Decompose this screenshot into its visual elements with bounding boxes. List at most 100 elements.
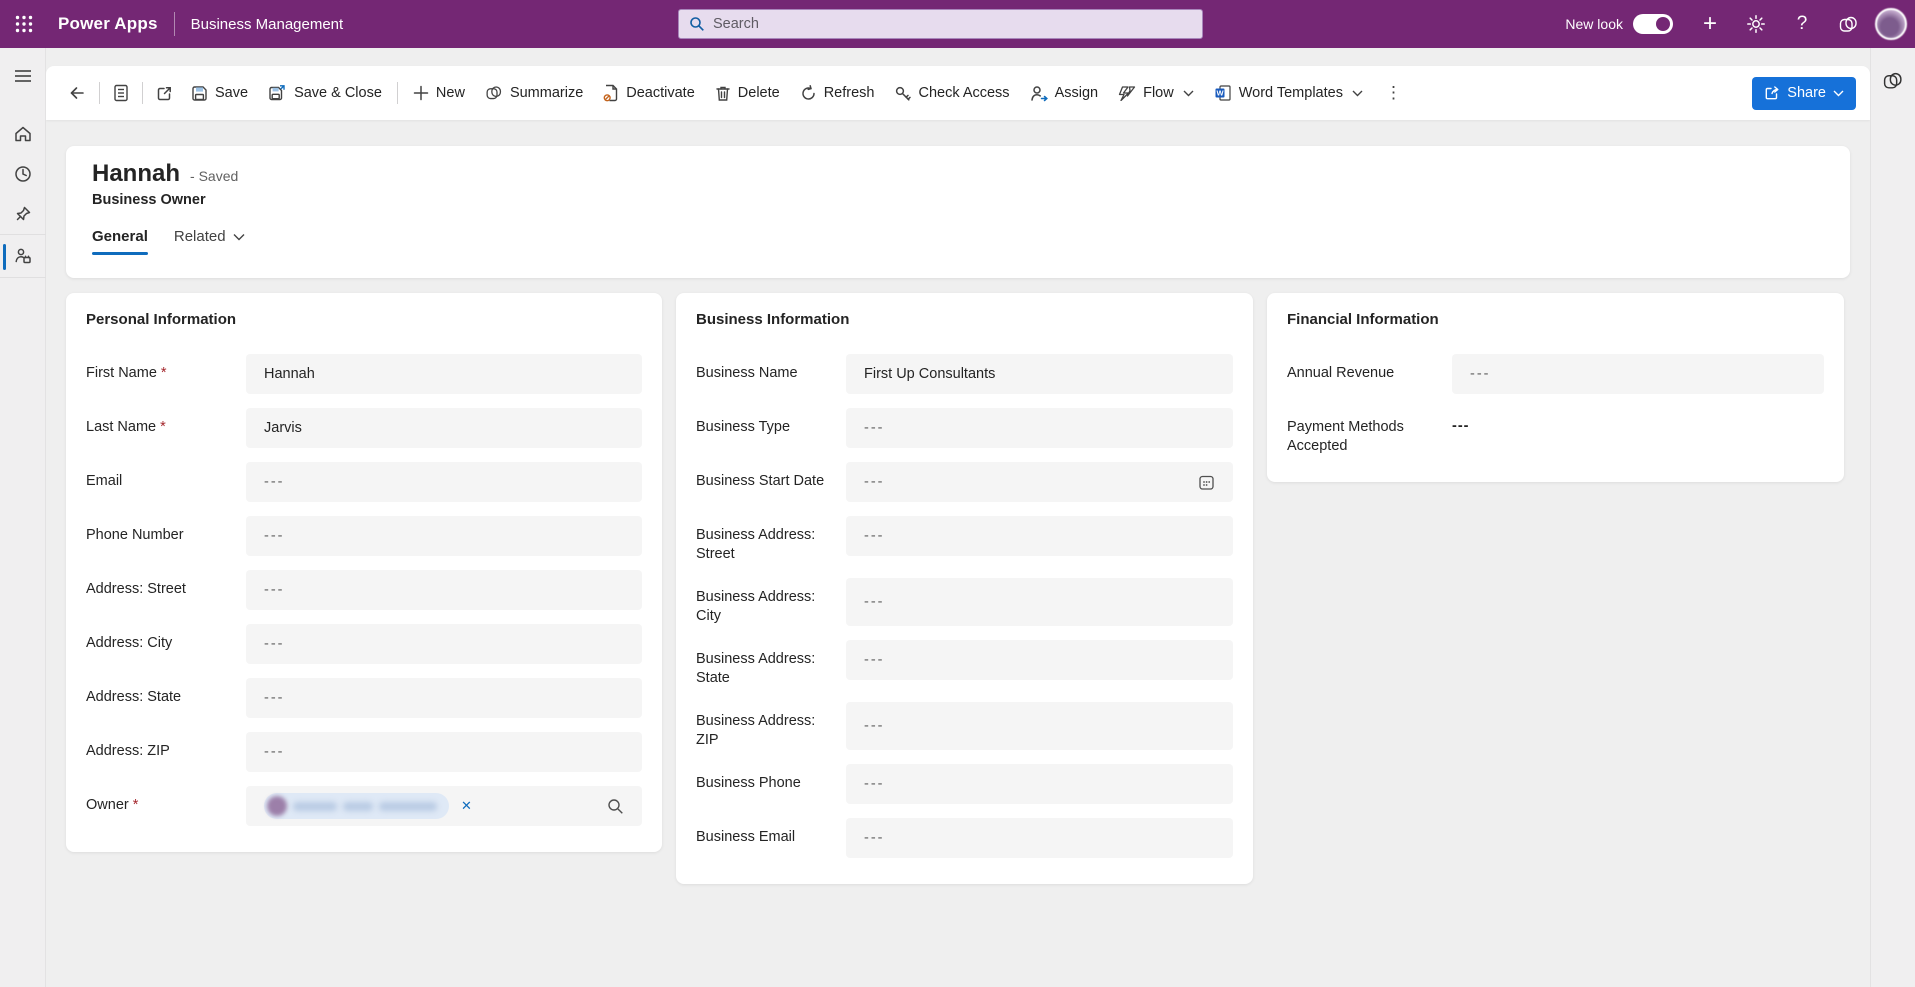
- nav-pinned-icon[interactable]: [0, 194, 46, 234]
- back-button[interactable]: [60, 75, 94, 111]
- field-empty-value: ---: [264, 474, 285, 490]
- annual-revenue-input[interactable]: ---: [1452, 354, 1824, 394]
- calendar-icon[interactable]: [1198, 474, 1215, 491]
- address-street-input[interactable]: ---: [246, 570, 642, 610]
- flow-icon: [1118, 86, 1136, 101]
- business-start-date-input[interactable]: ---: [846, 462, 1233, 502]
- form-sections: Personal Information First Name* Hannah …: [66, 293, 1850, 884]
- command-separator: [99, 82, 100, 104]
- summarize-button[interactable]: Summarize: [475, 75, 593, 111]
- nav-business-owners-icon[interactable]: [0, 234, 46, 278]
- section-title: Personal Information: [86, 311, 642, 328]
- settings-gear-icon[interactable]: [1733, 0, 1779, 48]
- form-selector-button[interactable]: [105, 75, 137, 111]
- check-access-label: Check Access: [918, 85, 1009, 101]
- last-name-input[interactable]: Jarvis: [246, 408, 642, 448]
- field-label: Last Name*: [86, 408, 246, 448]
- word-templates-button[interactable]: W Word Templates: [1204, 75, 1373, 111]
- nav-recent-clock-icon[interactable]: [0, 154, 46, 194]
- lookup-search-icon[interactable]: [607, 798, 624, 815]
- field-label: Business Phone: [696, 764, 846, 804]
- field-row-first-name: First Name* Hannah: [86, 354, 642, 394]
- global-search-input[interactable]: Search: [678, 9, 1203, 39]
- refresh-button[interactable]: Refresh: [790, 75, 885, 111]
- user-avatar[interactable]: [1875, 8, 1907, 40]
- business-address-street-input[interactable]: ---: [846, 516, 1233, 556]
- section-title: Financial Information: [1287, 311, 1824, 328]
- field-row-business-address-city: Business Address: City ---: [696, 578, 1233, 626]
- field-empty-value: ---: [264, 690, 285, 706]
- copilot-panel-icon[interactable]: [1882, 70, 1904, 92]
- share-button[interactable]: Share: [1752, 77, 1856, 110]
- more-commands-button[interactable]: ⋮: [1373, 75, 1414, 111]
- address-state-input[interactable]: ---: [246, 678, 642, 718]
- owner-lookup-input[interactable]: ✕: [246, 786, 642, 826]
- field-row-address-street: Address: Street ---: [86, 570, 642, 610]
- field-empty-value: ---: [864, 718, 885, 734]
- field-row-address-state: Address: State ---: [86, 678, 642, 718]
- new-look-toggle[interactable]: [1633, 14, 1673, 34]
- address-zip-input[interactable]: ---: [246, 732, 642, 772]
- add-icon[interactable]: +: [1687, 0, 1733, 48]
- deactivate-button[interactable]: Deactivate: [593, 75, 705, 111]
- business-address-state-input[interactable]: ---: [846, 640, 1233, 680]
- main-area: Save Save & Close New Summarize Deactiv: [46, 48, 1870, 987]
- flow-button[interactable]: Flow: [1108, 75, 1204, 111]
- delete-button[interactable]: Delete: [705, 75, 790, 111]
- tab-related[interactable]: Related: [174, 228, 245, 255]
- check-access-button[interactable]: Check Access: [884, 75, 1019, 111]
- share-icon: [1764, 85, 1780, 101]
- waffle-menu-icon[interactable]: [0, 0, 48, 48]
- email-input[interactable]: ---: [246, 462, 642, 502]
- save-button[interactable]: Save: [181, 75, 258, 111]
- word-templates-label: Word Templates: [1239, 85, 1343, 101]
- toggle-knob: [1656, 17, 1670, 31]
- business-information-card: Business Information Business Name First…: [676, 293, 1253, 884]
- form-tabs: General Related: [92, 228, 1824, 255]
- share-label: Share: [1787, 85, 1826, 101]
- record-header-card: Hannah - Saved Business Owner General Re…: [66, 146, 1850, 278]
- help-icon[interactable]: ?: [1779, 0, 1825, 48]
- refresh-icon: [800, 85, 817, 102]
- business-email-input[interactable]: ---: [846, 818, 1233, 858]
- field-label: Business Start Date: [696, 462, 846, 502]
- assign-button[interactable]: Assign: [1020, 75, 1109, 111]
- business-address-zip-input[interactable]: ---: [846, 702, 1233, 750]
- tab-general[interactable]: General: [92, 228, 148, 255]
- field-empty-value: ---: [864, 776, 885, 792]
- topbar-actions: New look + ?: [1565, 0, 1915, 48]
- business-type-input[interactable]: ---: [846, 408, 1233, 448]
- plus-icon: [413, 85, 429, 101]
- search-icon: [689, 16, 705, 32]
- field-label: Payment Methods Accepted: [1287, 408, 1452, 456]
- nav-hamburger-icon[interactable]: [0, 56, 46, 96]
- search-placeholder: Search: [713, 16, 759, 32]
- new-button[interactable]: New: [403, 75, 475, 111]
- payment-methods-value[interactable]: ---: [1452, 408, 1824, 456]
- field-value: Hannah: [264, 366, 315, 382]
- brand-title[interactable]: Power Apps: [58, 14, 158, 34]
- field-label: Address: Street: [86, 570, 246, 610]
- owner-lookup-pill-redacted[interactable]: [264, 793, 449, 819]
- field-row-owner: Owner* ✕: [86, 786, 642, 826]
- field-row-address-city: Address: City ---: [86, 624, 642, 664]
- business-address-city-input[interactable]: ---: [846, 578, 1233, 626]
- app-top-bar: Power Apps Business Management Search Ne…: [0, 0, 1915, 48]
- phone-number-input[interactable]: ---: [246, 516, 642, 556]
- nav-home-icon[interactable]: [0, 114, 46, 154]
- address-city-input[interactable]: ---: [246, 624, 642, 664]
- redacted-text: [293, 802, 337, 811]
- first-name-input[interactable]: Hannah: [246, 354, 642, 394]
- field-value: Jarvis: [264, 420, 302, 436]
- business-name-input[interactable]: First Up Consultants: [846, 354, 1233, 394]
- open-in-new-window-button[interactable]: [148, 75, 181, 111]
- copilot-icon[interactable]: [1825, 0, 1871, 48]
- redacted-text: [379, 802, 437, 811]
- back-arrow-icon: [68, 84, 86, 102]
- field-row-business-address-zip: Business Address: ZIP ---: [696, 702, 1233, 750]
- remove-owner-icon[interactable]: ✕: [461, 798, 472, 814]
- field-value: First Up Consultants: [864, 366, 995, 382]
- section-title: Business Information: [696, 311, 1233, 328]
- business-phone-input[interactable]: ---: [846, 764, 1233, 804]
- save-and-close-button[interactable]: Save & Close: [258, 75, 392, 111]
